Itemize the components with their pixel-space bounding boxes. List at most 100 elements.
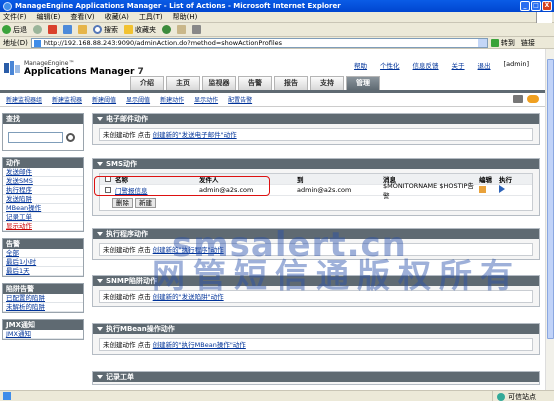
minimize-button[interactable]: _ — [520, 1, 530, 11]
sidebar-item-mbean[interactable]: MBean操作 — [3, 204, 83, 213]
trusted-zone-icon — [497, 392, 505, 401]
snmp-panel-title: SNMP陷阱动作 — [106, 277, 157, 285]
back-arrow-icon — [2, 25, 11, 34]
maximize-button[interactable]: □ — [531, 1, 541, 11]
collapse-arrow-icon[interactable] — [97, 327, 103, 331]
mbean-action-panel: 执行MBean操作动作 未创建动作 点击 创建新的"执行MBean操作"动作 — [92, 323, 540, 355]
alarms-box: 告警 全部 最后1小时 最后1天 — [2, 238, 84, 277]
execute-icon[interactable] — [499, 185, 505, 193]
mbean-empty-text: 未创建动作 点击 — [103, 341, 151, 349]
home-button[interactable] — [78, 25, 87, 34]
history-button[interactable] — [162, 25, 171, 34]
tab-home[interactable]: 主页 — [166, 76, 200, 90]
feedback-link[interactable]: 信息反馈 — [413, 60, 439, 70]
sidebar-item-execute-program[interactable]: 执行程序 — [3, 186, 83, 195]
menubar: 文件(F) 编辑(E) 查看(V) 收藏(A) 工具(T) 帮助(H) — [0, 12, 554, 23]
tab-monitors[interactable]: 监视器 — [202, 76, 236, 90]
subnav-show-threshold[interactable]: 显示阈值 — [126, 95, 150, 104]
print-button[interactable] — [192, 25, 201, 34]
create-email-action-link[interactable]: 创建新的"发送电子邮件"动作 — [153, 131, 237, 139]
refresh-button[interactable] — [63, 25, 72, 34]
menu-tools[interactable]: 工具(T) — [139, 12, 163, 22]
col-execute: 执行 — [499, 176, 512, 184]
subnav-new-action[interactable]: 新建动作 — [160, 95, 184, 104]
tab-reports[interactable]: 报告 — [274, 76, 308, 90]
collapse-arrow-icon[interactable] — [97, 162, 103, 166]
collapse-arrow-icon[interactable] — [97, 375, 103, 379]
stop-button[interactable] — [48, 25, 57, 34]
sidebar-item-unresolved-traps[interactable]: 未解析的陷阱 — [3, 303, 83, 312]
mail-button[interactable] — [177, 25, 186, 34]
sidebar: 查找 动作 发送邮件 发送SMS 执行程序 发送陷阱 MBean操作 记录工单 … — [0, 113, 84, 346]
sidebar-item-last-day[interactable]: 最后1天 — [3, 267, 83, 276]
address-input[interactable]: http://192.168.88.243:9090/adminAction.d… — [30, 37, 488, 48]
favorites-button[interactable]: 收藏夹 — [124, 25, 156, 35]
home-icon — [78, 25, 87, 34]
edit-icon[interactable] — [479, 185, 486, 193]
about-link[interactable]: 关于 — [452, 60, 465, 70]
go-label: 转到 — [500, 38, 515, 47]
search-input[interactable] — [8, 132, 63, 143]
favorites-label: 收藏夹 — [135, 25, 156, 34]
sms-message-cell: $MONITORNAME $HOSTIP告警 — [383, 182, 474, 200]
menu-help[interactable]: 帮助(H) — [173, 12, 198, 22]
subnav-new-monitor-group[interactable]: 新建监视器组 — [6, 95, 42, 104]
zone-label: 可信站点 — [508, 392, 536, 401]
sidebar-item-send-email[interactable]: 发送邮件 — [3, 168, 83, 177]
sidebar-item-send-trap[interactable]: 发送陷阱 — [3, 195, 83, 204]
subnav-show-action[interactable]: 显示动作 — [194, 95, 218, 104]
forward-arrow-icon — [33, 25, 42, 34]
sidebar-item-jmx-notifications[interactable]: JMX通知 — [3, 330, 83, 339]
go-button[interactable]: 转到 — [490, 38, 515, 48]
sidebar-item-last-hour[interactable]: 最后1小时 — [3, 258, 83, 267]
sidebar-item-configured-traps[interactable]: 已配置的陷阱 — [3, 294, 83, 303]
stop-icon — [48, 25, 57, 34]
sidebar-item-ticket[interactable]: 记录工单 — [3, 213, 83, 222]
subnav-new-threshold[interactable]: 新建阈值 — [92, 95, 116, 104]
top-links: 帮助 个性化 信息反馈 关于 退出 [admin] — [354, 60, 529, 70]
collapse-arrow-icon[interactable] — [97, 117, 103, 121]
collapse-arrow-icon[interactable] — [97, 279, 103, 283]
tab-support[interactable]: 支持 — [310, 76, 344, 90]
subnav-new-monitor[interactable]: 新建监视器 — [52, 95, 82, 104]
address-dropdown-icon[interactable] — [477, 38, 487, 47]
tab-intro[interactable]: 介绍 — [130, 76, 164, 90]
new-button[interactable]: 新建 — [135, 198, 156, 208]
search-button[interactable]: 搜索 — [93, 25, 118, 35]
ie-icon — [3, 1, 12, 11]
tab-admin[interactable]: 管理 — [346, 76, 380, 90]
personalize-link[interactable]: 个性化 — [380, 60, 400, 70]
sidebar-item-show-actions[interactable]: 显示动作 — [3, 222, 83, 231]
status-bar: 可信站点 — [0, 390, 554, 401]
vertical-scrollbar[interactable] — [545, 49, 554, 390]
scrollbar-thumb[interactable] — [547, 59, 554, 339]
back-button[interactable]: 后退 — [2, 25, 27, 35]
col-edit: 编辑 — [479, 176, 492, 184]
tab-alarms[interactable]: 告警 — [238, 76, 272, 90]
menu-view[interactable]: 查看(V) — [70, 12, 94, 22]
highlight-annotation — [94, 176, 270, 196]
refresh-icon — [63, 25, 72, 34]
create-mbean-action-link[interactable]: 创建新的"执行MBean操作"动作 — [153, 341, 246, 349]
actions-box: 动作 发送邮件 发送SMS 执行程序 发送陷阱 MBean操作 记录工单 显示动… — [2, 157, 84, 232]
subnav-configure-alarm[interactable]: 配置告警 — [228, 95, 252, 104]
menu-favorites[interactable]: 收藏(A) — [105, 12, 129, 22]
close-button[interactable]: X — [542, 1, 552, 11]
address-bar: 地址(D) http://192.168.88.243:9090/adminAc… — [0, 37, 554, 49]
logout-link[interactable]: 退出 — [478, 60, 491, 70]
search-icon[interactable] — [66, 133, 75, 142]
trap-alarms-box: 陷阱告警 已配置的陷阱 未解析的陷阱 — [2, 283, 84, 313]
exit-icon[interactable] — [527, 95, 539, 103]
help-link[interactable]: 帮助 — [354, 60, 367, 70]
menu-file[interactable]: 文件(F) — [3, 12, 27, 22]
delete-button[interactable]: 删除 — [112, 198, 133, 208]
links-button[interactable]: 链接 — [521, 38, 535, 48]
sidebar-item-all[interactable]: 全部 — [3, 249, 83, 258]
menu-edit[interactable]: 编辑(E) — [37, 12, 61, 22]
sidebar-item-send-sms[interactable]: 发送SMS — [3, 177, 83, 186]
collapse-arrow-icon[interactable] — [97, 232, 103, 236]
address-label: 地址(D) — [3, 38, 28, 47]
email-empty-text: 未创建动作 点击 — [103, 131, 151, 139]
forward-button[interactable] — [33, 25, 42, 34]
printer-icon[interactable] — [513, 95, 523, 103]
